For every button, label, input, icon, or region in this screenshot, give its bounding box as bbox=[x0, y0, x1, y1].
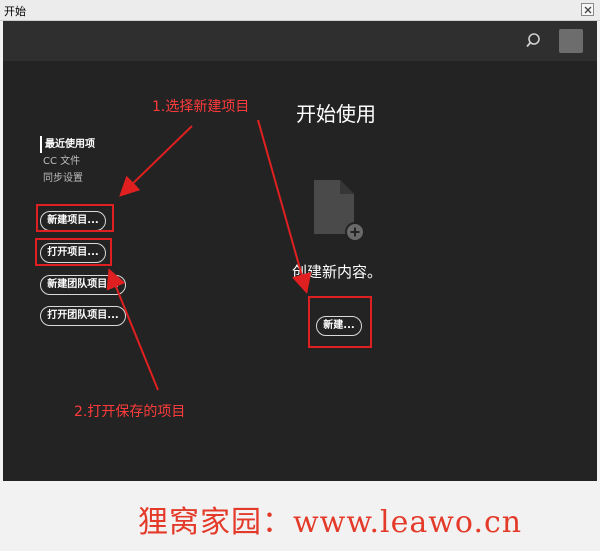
new-team-project-button[interactable]: 新建团队项目... bbox=[40, 275, 126, 295]
sidebar-item-recent[interactable]: 最近使用项 bbox=[40, 136, 95, 153]
search-icon[interactable] bbox=[525, 32, 543, 50]
sidebar-item-cc-files[interactable]: CC 文件 bbox=[40, 153, 95, 170]
top-bar bbox=[3, 21, 597, 61]
annotation-step1-label: 1.选择新建项目 bbox=[152, 99, 250, 115]
create-new-content-text: 创建新内容。 bbox=[292, 263, 383, 281]
sidebar-nav: 最近使用项 CC 文件 同步设置 bbox=[40, 136, 95, 187]
annotation-step2-label: 2.打开保存的项目 bbox=[74, 404, 186, 420]
new-document-icon bbox=[312, 180, 368, 248]
watermark-text: 狸窝家园：www.leawo.cn bbox=[138, 505, 523, 540]
window-titlebar: 开始 bbox=[0, 0, 600, 21]
close-icon[interactable] bbox=[581, 3, 594, 16]
open-team-project-button[interactable]: 打开团队项目... bbox=[40, 306, 126, 326]
page-title: 开始使用 bbox=[296, 102, 376, 126]
avatar[interactable] bbox=[559, 29, 583, 53]
sidebar-item-sync-settings[interactable]: 同步设置 bbox=[40, 170, 95, 187]
annotation-box-open-project bbox=[35, 238, 112, 266]
annotation-box-new-project bbox=[36, 204, 114, 232]
annotation-box-new-button bbox=[308, 296, 372, 348]
window-title: 开始 bbox=[4, 5, 26, 18]
